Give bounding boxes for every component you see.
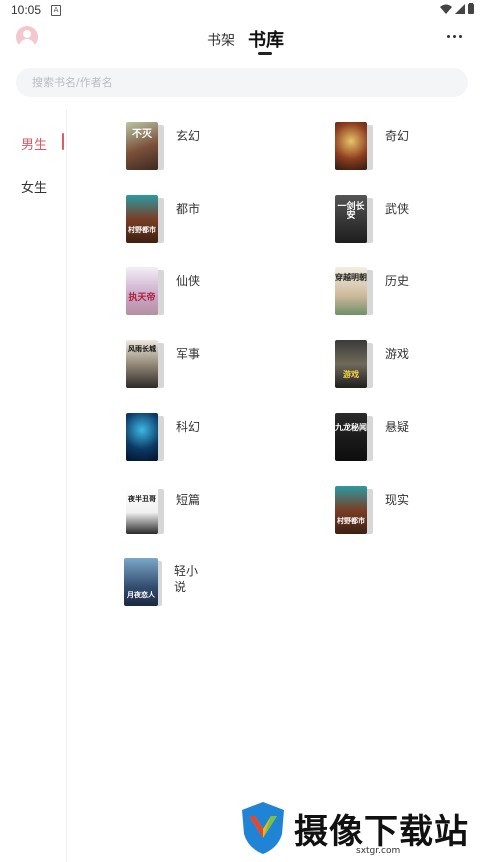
category-label: 科幻 [176, 420, 201, 434]
more-menu-icon[interactable] [447, 35, 462, 38]
book-cover: 九龙秘闻 [335, 413, 367, 461]
category-label: 历史 [385, 274, 410, 288]
category-label: 玄幻 [176, 129, 201, 143]
category-label: 游戏 [385, 347, 410, 361]
category-label: 悬疑 [385, 420, 410, 434]
category-label: 现实 [385, 493, 410, 507]
book-cover [335, 122, 367, 170]
header-tabs: 书架 书库 [0, 24, 484, 58]
book-cover: 不灭 [126, 122, 158, 170]
wifi-icon [440, 4, 452, 14]
battery-icon [468, 3, 474, 14]
book-cover: 月夜恋人 [124, 558, 158, 606]
status-bar: 10:05 A [0, 0, 484, 20]
tab-bookshelf[interactable]: 书架 [207, 30, 235, 50]
category-label: 武侠 [385, 202, 410, 216]
gender-male-tab[interactable]: 男生 [21, 134, 47, 153]
book-cover: 执天帝 [126, 267, 158, 315]
category-label: 短篇 [176, 493, 201, 507]
watermark-logo-icon [242, 802, 284, 854]
sidebar-divider [66, 110, 67, 862]
book-cover: 村野都市 [126, 195, 158, 243]
status-icons [440, 3, 474, 14]
watermark-url: sxtgr.com [356, 846, 401, 856]
category-label: 仙侠 [176, 274, 201, 288]
tab-active-indicator [258, 52, 272, 55]
category-label: 都市 [176, 202, 201, 216]
status-time: 10:05 [11, 3, 42, 17]
signal-icon [455, 3, 465, 14]
gender-sidebar [0, 110, 66, 862]
book-cover: 穿越明朝 [335, 267, 367, 315]
category-label: 轻小说 [174, 564, 199, 594]
a-icon: A [51, 5, 61, 16]
category-label: 军事 [176, 347, 201, 361]
search-input[interactable] [32, 68, 452, 97]
book-cover: 一剑长安 [335, 195, 367, 243]
book-cover: 村野都市 [335, 486, 367, 534]
search-bar[interactable] [16, 68, 468, 97]
book-cover [126, 413, 158, 461]
category-label: 奇幻 [385, 129, 410, 143]
gender-selected-marker [62, 133, 64, 150]
tab-library[interactable]: 书库 [248, 26, 284, 52]
book-cover: 夜半丑哥 [126, 486, 158, 534]
watermark: 摄像下载站 sxtgr.com [238, 800, 484, 862]
gender-female-tab[interactable]: 女生 [21, 177, 47, 196]
book-cover: 游戏 [335, 340, 367, 388]
book-cover: 风雨长城 [126, 340, 158, 388]
